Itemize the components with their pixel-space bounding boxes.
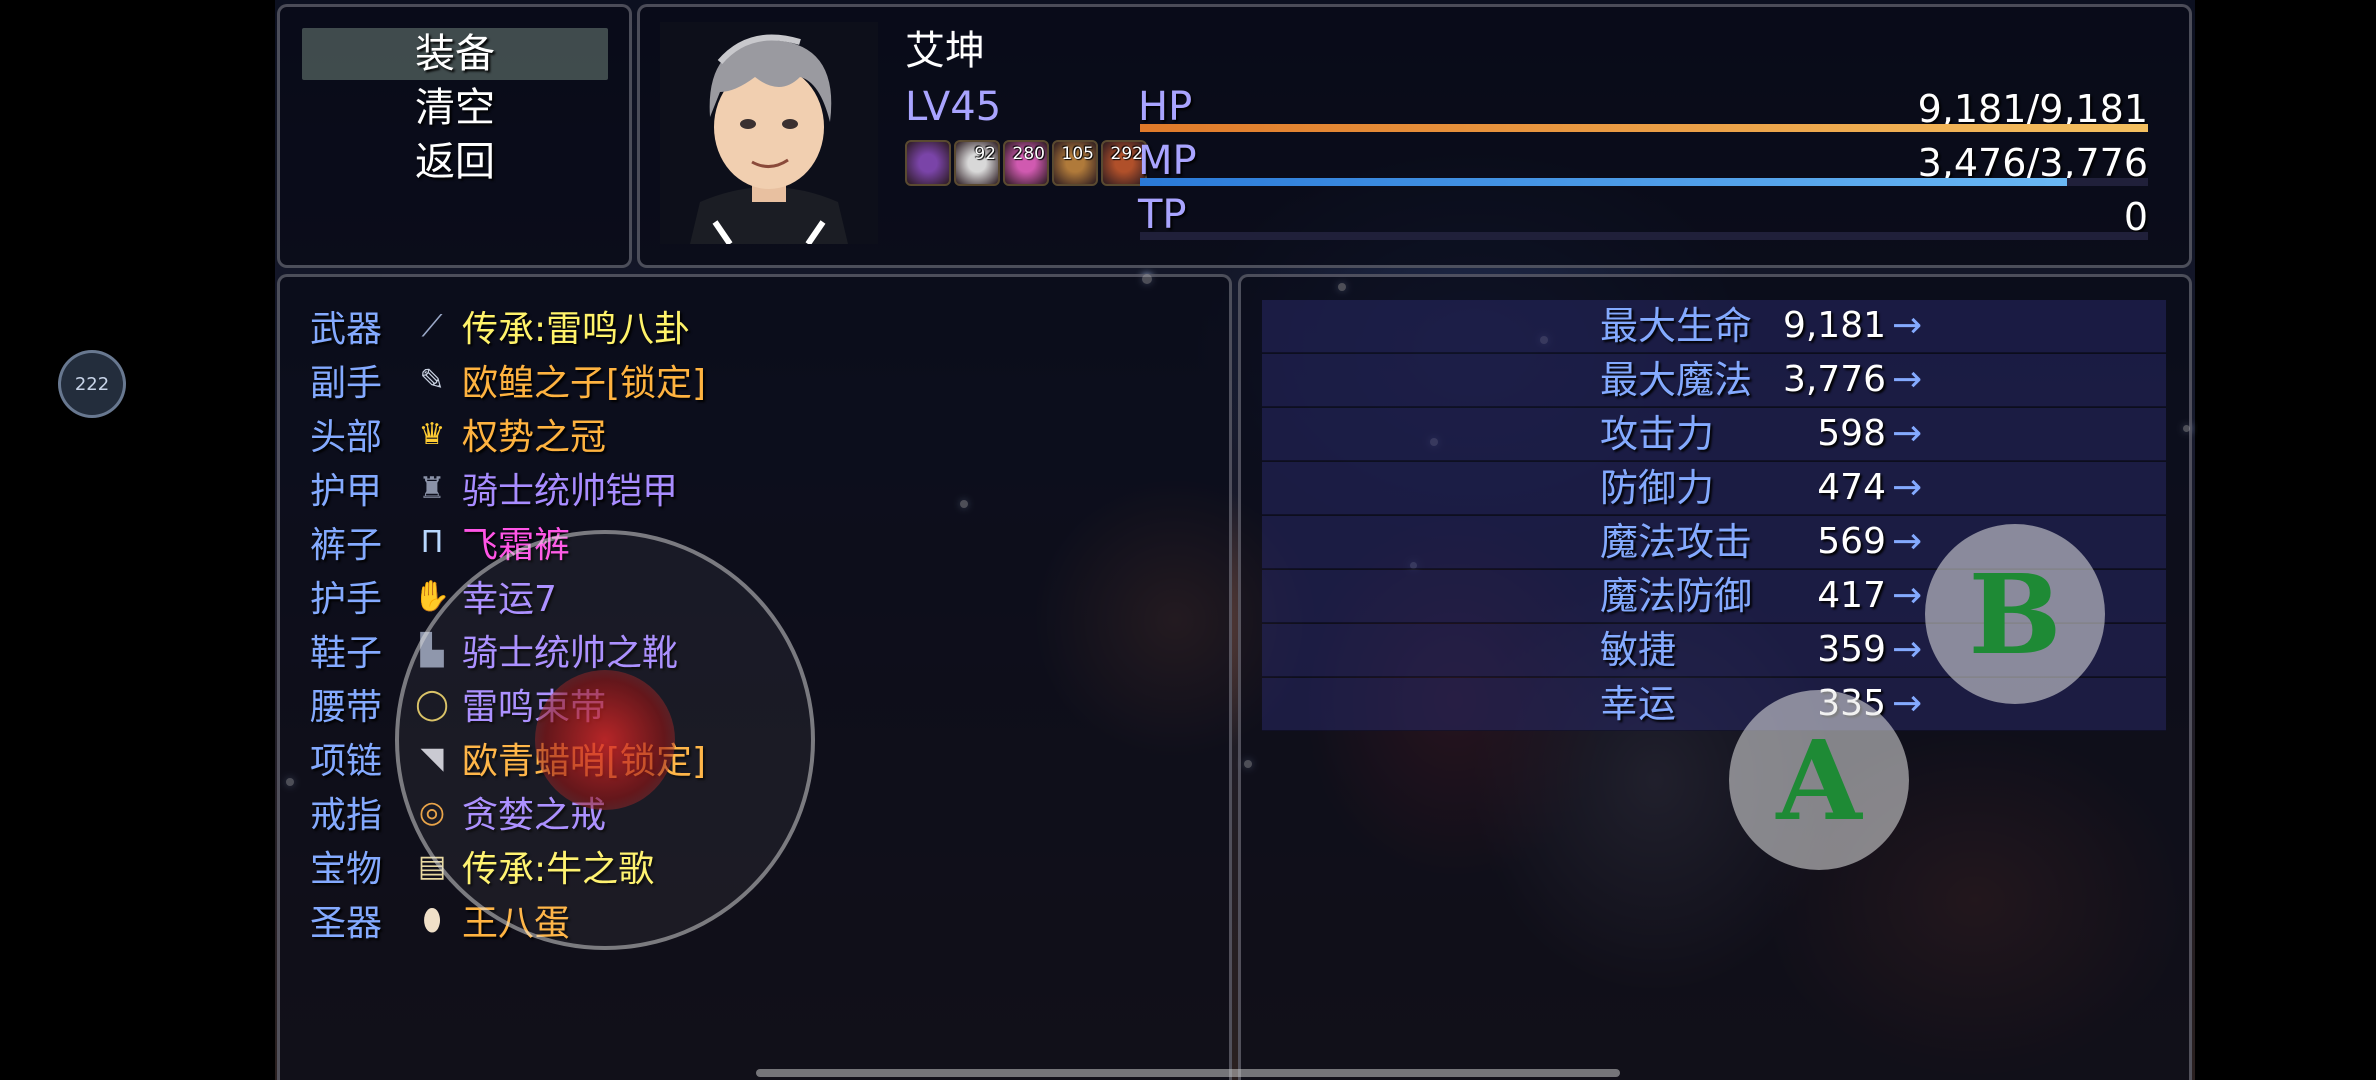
- param-magic-defense-label: 魔法防御: [1600, 574, 1753, 618]
- mp-gauge: [1140, 178, 2148, 186]
- command-return[interactable]: 返回: [302, 136, 608, 188]
- param-magic-defense-value: 417: [1817, 575, 1886, 616]
- param-max-mp-value: 3,776: [1782, 359, 1886, 400]
- scroll-handle[interactable]: [756, 1069, 1620, 1077]
- slot-label: 鞋子: [310, 633, 383, 674]
- slot-label: 戒指: [310, 795, 383, 836]
- spear-icon: ⟋: [421, 308, 443, 344]
- pink-spiral-icon: 280: [1003, 140, 1049, 186]
- param-max-hp-value: 9,181: [1782, 305, 1886, 346]
- mp-gauge-fill: [1140, 178, 2068, 186]
- param-max-hp-label: 最大生命: [1600, 304, 1753, 348]
- shield-buff-icon: 105: [1052, 140, 1098, 186]
- param-agility-label: 敏捷: [1600, 628, 1677, 672]
- right-arrow-icon: →: [1892, 521, 1923, 562]
- actor-portrait: [660, 22, 878, 244]
- slot-item-name: 传承:雷鸣八卦: [462, 309, 691, 350]
- param-defense-value: 474: [1817, 467, 1886, 508]
- blade-icon: ✎: [419, 362, 445, 398]
- slot-item-name: 骑士统帅铠甲: [462, 471, 679, 512]
- right-arrow-icon: →: [1892, 413, 1923, 454]
- param-attack-value: 598: [1817, 413, 1886, 454]
- armor-icon: ♜: [418, 470, 446, 506]
- crown-icon: ♛: [418, 416, 446, 452]
- equip-slot-weapon[interactable]: 武器 ⟋ 传承:雷鸣八卦: [310, 300, 690, 352]
- fps-badge[interactable]: 222: [58, 350, 126, 418]
- slot-label: 头部: [310, 417, 383, 458]
- virtual-joystick-knob[interactable]: [535, 670, 675, 810]
- param-max-mp-label: 最大魔法: [1600, 358, 1753, 402]
- pants-icon: Π: [420, 524, 444, 560]
- equip-slot-armor[interactable]: 护甲 ♜ 骑士统帅铠甲: [310, 462, 678, 514]
- right-arrow-icon: →: [1892, 467, 1923, 508]
- slot-label: 裤子: [310, 525, 383, 566]
- hp-gauge: [1140, 124, 2148, 132]
- state-icons: 92 280 105 292: [905, 140, 1147, 186]
- param-magic-attack-value: 569: [1817, 521, 1886, 562]
- param-defense-label: 防御力: [1600, 466, 1715, 510]
- demon-mouth-icon: [905, 140, 951, 186]
- command-equip[interactable]: 装备: [302, 28, 608, 80]
- actor-level: LV45: [905, 84, 1002, 130]
- param-agility-value: 359: [1817, 629, 1886, 670]
- a-button[interactable]: A: [1729, 690, 1909, 870]
- slot-label: 护手: [310, 579, 383, 620]
- slot-label: 副手: [310, 363, 383, 404]
- skull-icon: 92: [954, 140, 1000, 186]
- right-arrow-icon: →: [1892, 629, 1923, 670]
- command-clear[interactable]: 清空: [302, 82, 608, 134]
- right-arrow-icon: →: [1892, 683, 1923, 724]
- right-arrow-icon: →: [1892, 305, 1923, 346]
- slot-label: 宝物: [310, 849, 383, 890]
- b-button[interactable]: B: [1925, 524, 2105, 704]
- right-arrow-icon: →: [1892, 575, 1923, 616]
- slot-item-name: 欧鳇之子[锁定]: [462, 363, 707, 404]
- right-arrow-icon: →: [1892, 359, 1923, 400]
- param-magic-attack-label: 魔法攻击: [1600, 520, 1753, 564]
- param-luck-label: 幸运: [1600, 682, 1677, 726]
- equip-slot-offhand[interactable]: 副手 ✎ 欧鳇之子[锁定]: [310, 354, 706, 406]
- egg-icon: ⬮: [422, 902, 442, 938]
- slot-label: 护甲: [310, 471, 383, 512]
- hp-gauge-fill: [1140, 124, 2148, 132]
- slot-label: 武器: [310, 309, 383, 350]
- param-attack-label: 攻击力: [1600, 412, 1715, 456]
- tp-gauge: [1140, 232, 2148, 240]
- actor-name: 艾坤: [905, 28, 985, 74]
- equip-slot-head[interactable]: 头部 ♛ 权势之冠: [310, 408, 606, 460]
- slot-item-name: 权势之冠: [462, 417, 607, 458]
- slot-label: 圣器: [310, 903, 383, 944]
